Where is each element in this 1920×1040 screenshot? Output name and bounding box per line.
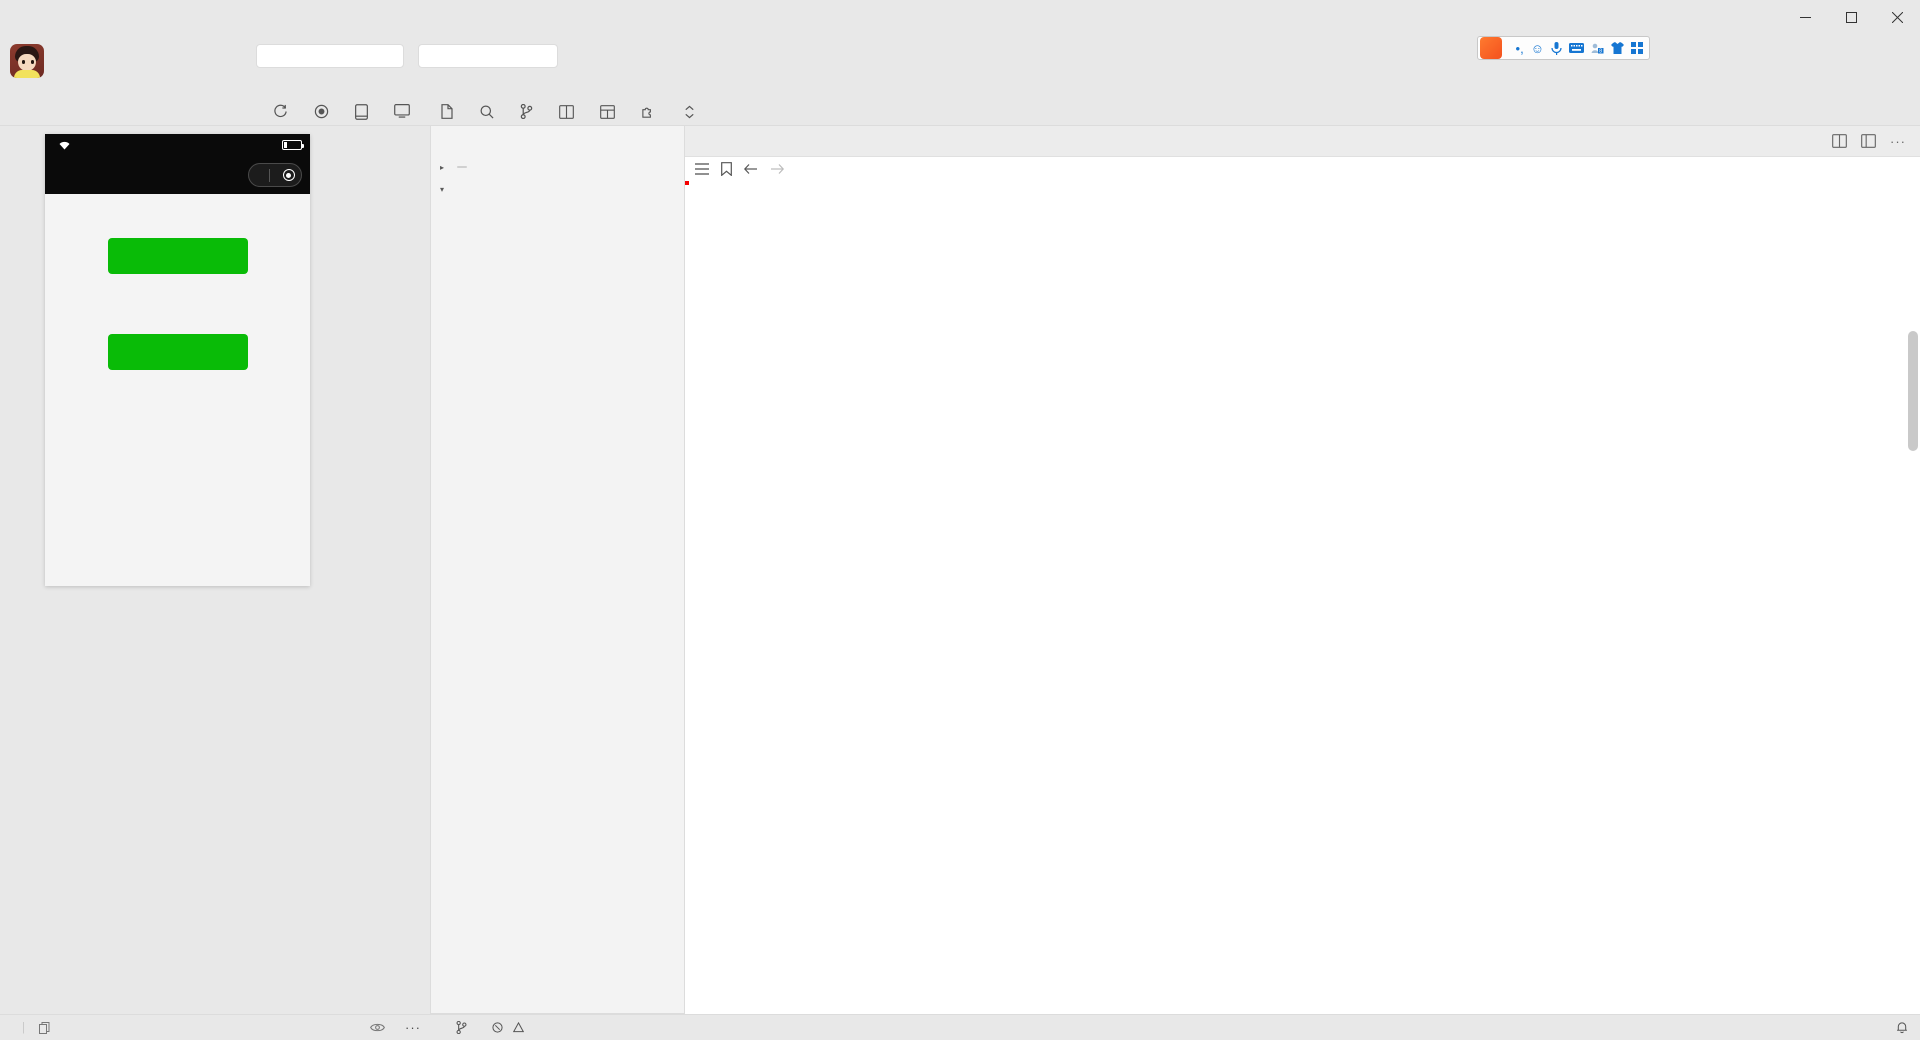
refresh-icon[interactable] [273,104,288,120]
mode-select[interactable] [256,44,404,68]
explorer-header [431,126,684,156]
sub-toolbar [0,98,1920,126]
highlight-annotation-box [685,181,689,185]
bell-icon[interactable] [1886,1021,1912,1034]
sogou-logo-icon[interactable] [1479,37,1502,59]
section-label-37 [45,370,310,396]
more-icon[interactable]: ··· [395,1020,431,1035]
open-editors-section[interactable]: ▸ [431,156,684,178]
comma-icon[interactable]: •, [1516,41,1524,56]
git-branch-status[interactable] [446,1021,482,1034]
rotate-icon[interactable] [355,103,368,120]
collapse-icon[interactable] [682,105,697,119]
test-event-button[interactable] [107,334,248,370]
apps-icon[interactable] [1631,42,1643,54]
split-editor-icon[interactable] [1832,134,1847,148]
phone-nav-bar [45,156,310,194]
file-tree[interactable] [431,200,684,1013]
user-card-icon[interactable]: 8 [1591,43,1604,54]
status-bar: | ··· [0,1014,1920,1040]
app-window: •, ☺ 8 ▸ ▾ ··· | ··· [0,0,1920,1040]
split-icon[interactable] [559,104,574,119]
copy-icon[interactable] [39,1021,50,1034]
phone-page-body [45,194,310,586]
vertical-scrollbar[interactable] [1908,331,1918,451]
new-file-icon[interactable] [440,104,454,119]
code-canvas[interactable] [685,181,1920,1014]
microphone-icon[interactable] [1551,41,1562,55]
capsule-button[interactable] [248,163,302,187]
section-label-38 [45,274,310,316]
keyboard-icon[interactable] [1569,43,1584,53]
target-icon[interactable] [282,169,295,181]
close-button[interactable] [1874,0,1920,34]
section-label-39 [45,206,310,220]
page-path-select[interactable]: | [0,1021,60,1034]
avatar[interactable] [10,44,44,78]
breadcrumb [685,157,1920,181]
tab-actions: ··· [1832,126,1920,156]
record-icon[interactable] [314,104,329,120]
smiley-icon[interactable]: ☺ [1531,41,1544,56]
maximize-button[interactable] [1828,0,1874,34]
forward-arrow-icon[interactable] [770,163,784,175]
main-toolbar: •, ☺ 8 [0,34,1920,98]
unsaved-badge [457,166,467,168]
editor-tab-bar: ··· [685,126,1920,157]
phone-status-bar [45,134,310,156]
title-bar [0,0,1920,34]
status-bar-right [1776,1021,1920,1034]
request3-button[interactable] [107,238,248,274]
main-area: ▸ ▾ ··· [0,126,1920,1014]
bookmark-icon[interactable] [721,162,732,176]
layout-icon[interactable] [1861,134,1876,148]
svg-text:8: 8 [1599,48,1602,54]
eye-icon[interactable] [360,1022,395,1033]
phone-simulator[interactable] [45,134,310,586]
skin-icon[interactable] [1611,42,1624,54]
screen-icon[interactable] [394,103,410,120]
minimize-button[interactable] [1782,0,1828,34]
more-icon[interactable]: ··· [1890,134,1906,149]
grid-icon[interactable] [600,104,615,119]
chevron-right-icon[interactable]: ▸ [435,163,449,172]
simulator-pane [0,126,430,1014]
ime-toolbar[interactable]: •, ☺ 8 [1476,36,1650,60]
project-root-section[interactable]: ▾ [431,178,684,200]
file-explorer: ▸ ▾ [430,126,685,1014]
back-arrow-icon[interactable] [744,163,758,175]
branch-icon[interactable] [520,104,533,119]
search-icon[interactable] [480,105,494,119]
menu-icon[interactable] [695,163,709,175]
extension-icon[interactable] [641,104,656,119]
battery-icon [282,140,304,150]
chevron-down-icon[interactable]: ▾ [435,185,449,194]
compile-select[interactable] [418,44,558,68]
code-editor: ··· [685,126,1920,1014]
window-controls [1782,0,1920,34]
problems-status[interactable] [482,1022,539,1033]
wifi-icon [59,141,70,150]
